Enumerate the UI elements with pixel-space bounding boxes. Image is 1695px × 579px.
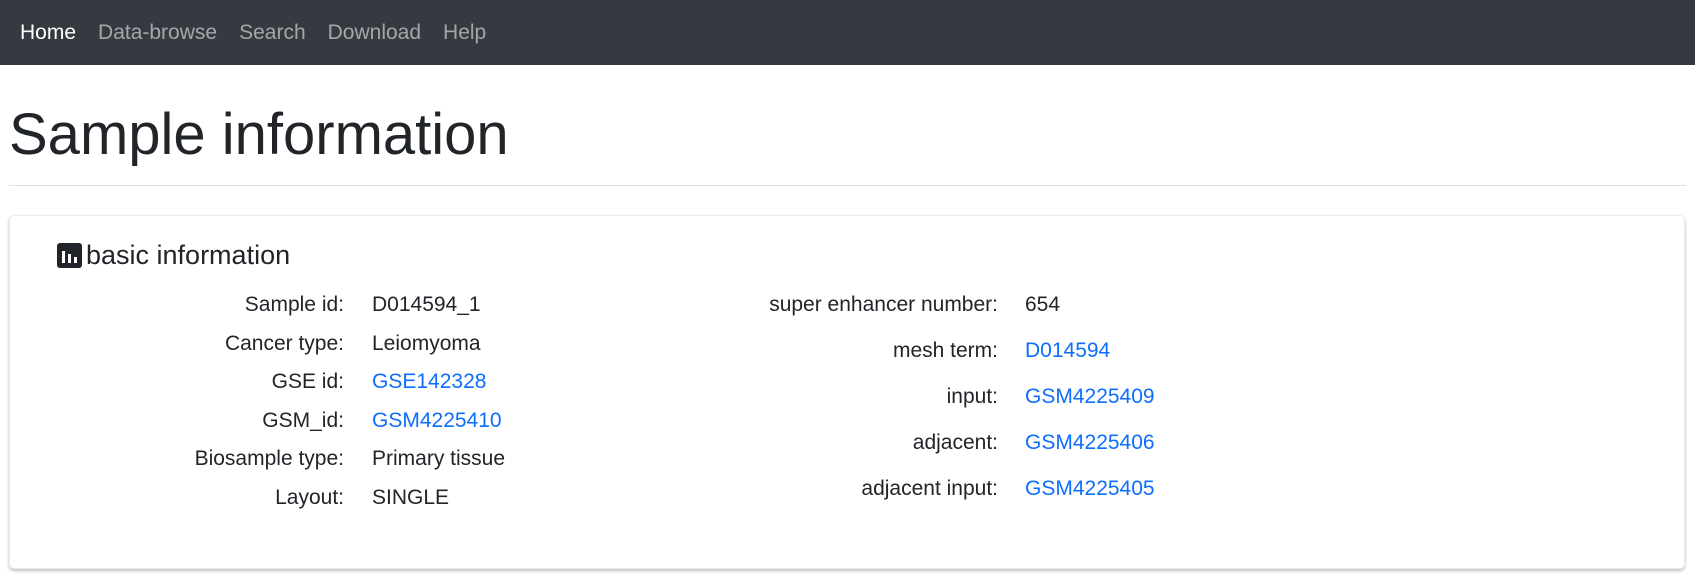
card-header: basic information: [57, 242, 290, 269]
field-label: input:: [946, 385, 998, 408]
title-divider: [9, 185, 1686, 186]
adjacent-link[interactable]: GSM4225406: [1025, 431, 1155, 455]
field-row-adjacent-input: adjacent input: GSM4225405: [10, 477, 1155, 501]
page-title: Sample information: [9, 102, 509, 167]
field-row-input: input: GSM4225409: [10, 385, 1155, 409]
nav-help-link[interactable]: Help: [443, 22, 486, 43]
field-row-gsm-id: GSM_id: GSM4225410: [10, 409, 502, 433]
field-row-adjacent: adjacent: GSM4225406: [10, 431, 1155, 455]
field-label: adjacent input:: [861, 477, 998, 500]
input-link[interactable]: GSM4225409: [1025, 385, 1155, 409]
nav-download-link[interactable]: Download: [328, 22, 421, 43]
bar-chart-icon: [57, 243, 82, 268]
nav-search-link[interactable]: Search: [239, 22, 306, 43]
field-label: adjacent:: [912, 431, 998, 454]
field-value: 654: [1025, 293, 1061, 316]
gsm-id-link[interactable]: GSM4225410: [372, 409, 502, 433]
field-row-super-enhancer-number: super enhancer number: 654: [10, 293, 1060, 317]
nav-home-link[interactable]: Home: [20, 22, 76, 43]
field-label: mesh term:: [892, 339, 998, 362]
field-label: super enhancer number:: [769, 293, 998, 316]
adjacent-input-link[interactable]: GSM4225405: [1025, 477, 1155, 501]
mesh-term-link[interactable]: D014594: [1025, 339, 1110, 363]
top-navbar: Home Data-browse Search Download Help: [0, 0, 1695, 65]
nav-data-browse-link[interactable]: Data-browse: [98, 22, 217, 43]
card-title: basic information: [86, 240, 291, 270]
field-label: GSM_id:: [262, 409, 344, 432]
basic-information-card: basic information Sample id: D014594_1 C…: [9, 215, 1685, 569]
field-row-mesh-term: mesh term: D014594: [10, 339, 1110, 363]
